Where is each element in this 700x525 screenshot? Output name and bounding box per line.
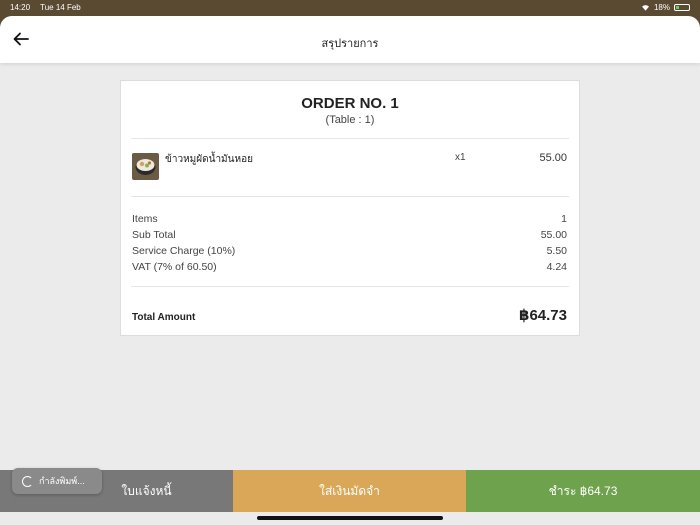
action-bar: ใบแจ้งหนี้ ใส่เงินมัดจำ ชำระ ฿64.73 xyxy=(0,470,700,512)
summary-label: VAT (7% of 60.50) xyxy=(132,261,217,273)
status-bar: 14:20 Tue 14 Feb 18% xyxy=(0,0,700,16)
header: สรุปรายการ xyxy=(0,16,700,63)
summary-value: 4.24 xyxy=(546,261,567,273)
deposit-button[interactable]: ใส่เงินมัดจำ xyxy=(233,470,466,512)
divider xyxy=(131,286,569,287)
table-number: (Table : 1) xyxy=(325,114,375,126)
item-quantity: x1 xyxy=(455,152,466,163)
wifi-icon xyxy=(641,5,649,11)
divider xyxy=(131,138,569,139)
summary-label: Sub Total xyxy=(132,229,176,241)
item-thumbnail xyxy=(132,153,159,180)
divider xyxy=(131,196,569,197)
item-price: 55.00 xyxy=(539,152,567,164)
battery-icon xyxy=(674,4,690,11)
summary-value: 55.00 xyxy=(540,229,567,241)
total-label: Total Amount xyxy=(132,312,196,323)
summary-value: 1 xyxy=(561,213,567,225)
order-summary-sheet: สรุปรายการ ORDER NO. 1 (Table : 1) ข้าวห… xyxy=(0,16,700,525)
spinner-icon xyxy=(22,475,33,487)
summary-label: Items xyxy=(132,213,158,225)
summary-label: Service Charge (10%) xyxy=(132,245,236,257)
receipt-card: ORDER NO. 1 (Table : 1) ข้าวหมูผัดน้ำมัน… xyxy=(120,80,580,336)
page-title: สรุปรายการ xyxy=(321,38,379,50)
status-time: 14:20 xyxy=(10,3,31,12)
summary-vat-row: VAT (7% of 60.50) 4.24 xyxy=(132,261,567,273)
pay-button-label: ชำระ ฿64.73 xyxy=(548,483,618,498)
toast-text: กำลังพิมพ์... xyxy=(39,476,85,486)
deposit-button-label: ใส่เงินมัดจำ xyxy=(319,483,380,498)
summary-items-row: Items 1 xyxy=(132,213,567,225)
battery-percent: 18% xyxy=(653,3,670,12)
invoice-button-label: ใบแจ้งหนี้ xyxy=(121,483,172,498)
summary-subtotal-row: Sub Total 55.00 xyxy=(132,229,567,241)
order-number: ORDER NO. 1 xyxy=(301,95,399,112)
home-indicator xyxy=(257,516,443,520)
item-name: ข้าวหมูผัดน้ำมันหอย xyxy=(165,154,253,165)
summary-service-row: Service Charge (10%) 5.50 xyxy=(132,245,567,257)
status-date: Tue 14 Feb xyxy=(40,3,81,12)
total-amount: ฿64.73 xyxy=(519,307,567,324)
printing-toast: กำลังพิมพ์... xyxy=(12,468,102,494)
summary-value: 5.50 xyxy=(546,245,567,257)
pay-button[interactable]: ชำระ ฿64.73 xyxy=(466,470,700,512)
